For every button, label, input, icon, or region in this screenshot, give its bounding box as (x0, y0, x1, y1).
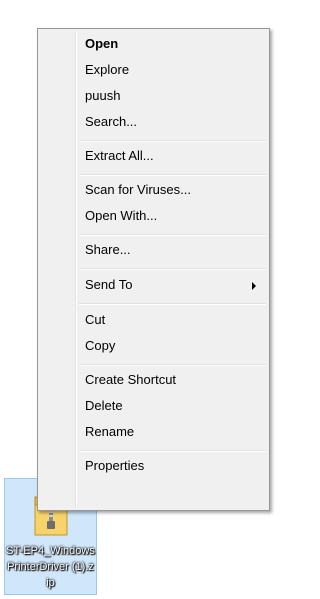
menu-separator (79, 364, 266, 366)
submenu-arrow-icon (252, 282, 256, 290)
menu-separator (79, 234, 266, 236)
menu-separator (79, 174, 266, 176)
menu-item-copy[interactable]: Copy (40, 335, 267, 357)
menu-item-send-to[interactable]: Send To (40, 274, 267, 296)
menu-item-properties[interactable]: Properties (40, 455, 267, 477)
menu-item-send-to-label: Send To (85, 277, 133, 292)
menu-item-delete[interactable]: Delete (40, 395, 267, 417)
menu-item-create-shortcut[interactable]: Create Shortcut (40, 369, 267, 391)
menu-item-scan-for-viruses[interactable]: Scan for Viruses... (40, 179, 267, 201)
menu-item-rename[interactable]: Rename (40, 421, 267, 443)
desktop-file-label: ST-EP4_WindowsPrinterDriver (1).zip (6, 545, 95, 589)
menu-item-cut[interactable]: Cut (40, 309, 267, 331)
menu-separator (79, 268, 266, 270)
menu-item-open[interactable]: Open (40, 33, 267, 55)
menu-separator (79, 140, 266, 142)
menu-separator (79, 303, 266, 305)
menu-item-explore[interactable]: Explore (40, 59, 267, 81)
menu-item-share[interactable]: Share... (40, 239, 267, 261)
menu-item-puush[interactable]: puush (40, 85, 267, 107)
context-menu: Open Explore puush Search... Extract All… (37, 28, 270, 511)
menu-item-search[interactable]: Search... (40, 111, 267, 133)
menu-separator (79, 450, 266, 452)
menu-item-open-with[interactable]: Open With... (40, 205, 267, 227)
menu-item-extract-all[interactable]: Extract All... (40, 145, 267, 167)
